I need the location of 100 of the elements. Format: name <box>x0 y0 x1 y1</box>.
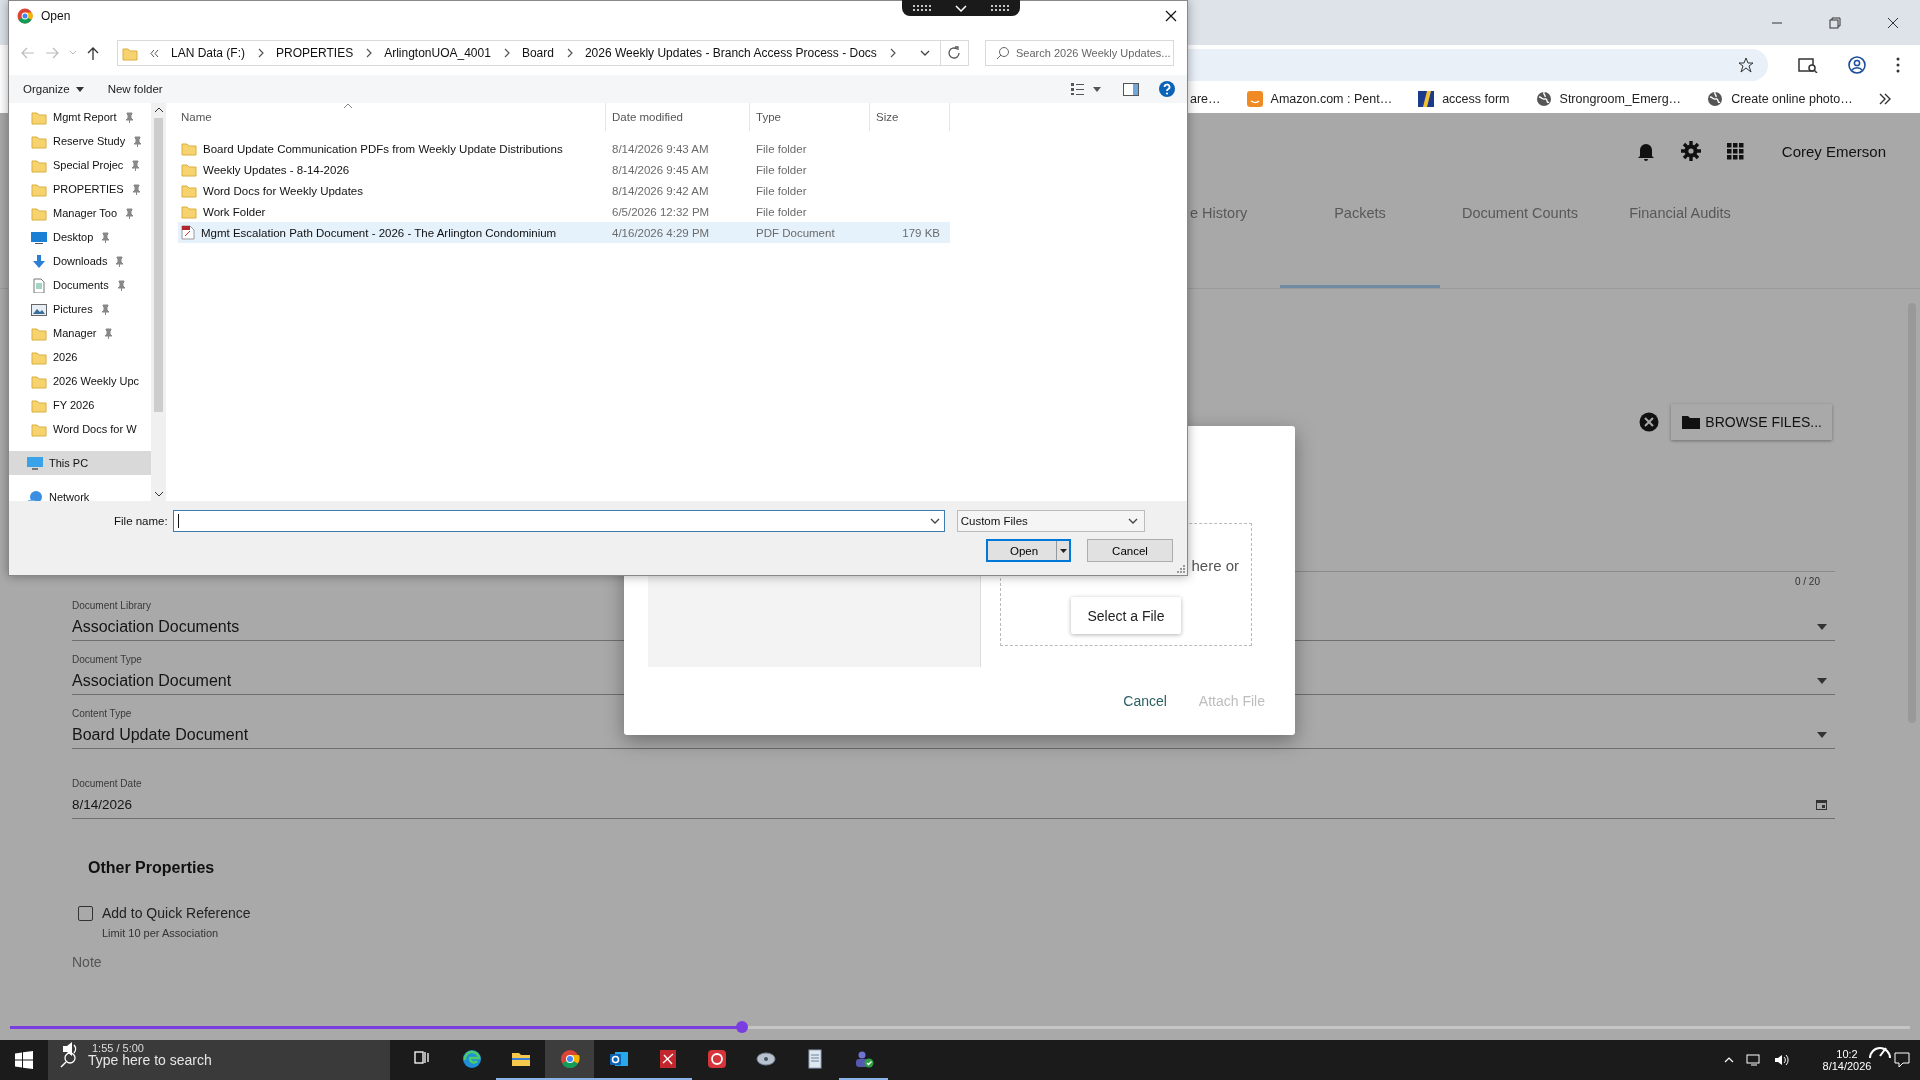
recorder-handle[interactable] <box>902 0 1020 16</box>
nav-item[interactable]: Mgmt Report <box>9 105 151 129</box>
scroll-up-icon[interactable] <box>154 107 163 112</box>
nav-item[interactable]: This PC <box>9 451 151 475</box>
file-row[interactable]: Work Folder 6/5/2026 12:32 PM File folder <box>178 201 1187 222</box>
column-header[interactable]: Date modified <box>606 103 750 131</box>
field-label: Content Type <box>72 707 133 721</box>
help-icon[interactable] <box>1159 81 1175 97</box>
nav-item[interactable]: Manager Too <box>9 201 151 225</box>
breadcrumb-item[interactable]: LAN Data (F:) <box>171 46 245 60</box>
bookmark-link[interactable]: Create online photo… <box>1731 92 1853 106</box>
folder-icon <box>31 205 47 221</box>
flag-logo-icon[interactable] <box>1418 91 1435 107</box>
breadcrumb-item[interactable]: Board <box>521 46 554 60</box>
search-box[interactable]: Search 2026 Weekly Updates... <box>985 40 1174 66</box>
file-type-dropdown[interactable]: Custom Files <box>956 510 1145 532</box>
close-icon[interactable] <box>1886 15 1900 30</box>
bookmark-link[interactable]: access form <box>1442 92 1510 106</box>
column-header[interactable]: Type <box>750 103 870 131</box>
nav-item[interactable]: Desktop <box>9 225 151 249</box>
nav-item[interactable]: Downloads <box>9 249 151 273</box>
up-arrow-icon[interactable] <box>87 46 99 60</box>
clock-date[interactable]: 8/14/2026 <box>1822 1060 1872 1072</box>
more-bookmarks-icon[interactable] <box>1878 93 1891 105</box>
nav-item[interactable]: Reserve Study <box>9 129 151 153</box>
preview-pane-icon[interactable] <box>1123 82 1139 96</box>
date-field[interactable]: 8/14/2026 <box>72 791 1835 819</box>
bookmark-link[interactable]: are… <box>1190 92 1221 106</box>
file-name-field[interactable] <box>172 510 945 532</box>
overflow-chevron-icon <box>150 48 159 58</box>
new-folder-button[interactable]: New folder <box>105 81 165 97</box>
bookmark-link[interactable]: Strongroom_Emerg… <box>1559 92 1682 106</box>
cancel-button[interactable]: Cancel <box>1087 539 1173 562</box>
speaker-icon[interactable] <box>62 1041 78 1057</box>
nav-item[interactable]: Special Projec <box>9 153 151 177</box>
file-row[interactable]: Board Update Communication PDFs from Weekly Update Distributions 8/14/2026 9:43 AM File folder <box>178 138 1187 159</box>
nav-item[interactable]: FY 2026 <box>9 393 151 417</box>
column-header[interactable]: Size <box>870 103 950 131</box>
nav-item[interactable]: 2026 <box>9 345 151 369</box>
window-title: Open <box>41 9 71 23</box>
refresh-button[interactable] <box>940 40 969 66</box>
checkbox[interactable] <box>78 905 93 921</box>
tray-caret-icon[interactable] <box>1724 1057 1734 1063</box>
breadcrumb-item[interactable]: ArlingtonUOA_4001 <box>384 46 491 60</box>
pdf-app-icon <box>657 1049 678 1069</box>
volume-icon[interactable] <box>1774 1053 1790 1067</box>
nav-item[interactable]: Documents <box>9 273 151 297</box>
clock-time[interactable]: 10:2 <box>1836 1048 1858 1060</box>
close-icon[interactable] <box>1165 10 1177 22</box>
globe-icon[interactable] <box>1707 91 1724 107</box>
scroll-down-icon[interactable] <box>154 492 163 497</box>
restore-icon[interactable] <box>1828 15 1842 30</box>
field-label: Note <box>72 953 103 971</box>
field-label: Document Library <box>72 599 152 613</box>
search-tab-icon[interactable] <box>1798 57 1818 73</box>
address-field[interactable]: LAN Data (F:) PROPERTIES ArlingtonUOA_4001 Board 2026 Weekly Updates - Branch Access Process - Docs <box>117 40 941 66</box>
select-file-button[interactable]: Select a File <box>1071 597 1181 634</box>
scrollbar[interactable] <box>151 103 166 501</box>
chevron-down-icon <box>955 4 967 12</box>
video-progress-bar[interactable] <box>10 1021 1910 1034</box>
dropdown-caret-icon[interactable] <box>919 48 930 58</box>
user-name[interactable]: Corey Emerson <box>1781 142 1886 160</box>
profile-icon[interactable] <box>1848 56 1866 74</box>
grip-dots-icon <box>990 4 1010 12</box>
column-header[interactable]: Name <box>178 103 606 131</box>
file-row[interactable]: Word Docs for Weekly Updates 8/14/2026 9:42 AM File folder <box>178 180 1187 201</box>
menu-icon[interactable] <box>1896 57 1900 73</box>
field-label: File name: <box>114 515 168 527</box>
network-tray-icon[interactable] <box>1746 1053 1762 1067</box>
people-app-icon <box>853 1049 874 1069</box>
nav-item[interactable]: Pictures <box>9 297 151 321</box>
breadcrumb-item[interactable]: PROPERTIES <box>276 46 354 60</box>
breadcrumb-item[interactable]: 2026 Weekly Updates - Branch Access Process - Docs <box>584 46 877 60</box>
open-button[interactable]: Open <box>986 539 1071 562</box>
star-icon[interactable] <box>1738 57 1754 73</box>
nav-item[interactable]: Word Docs for W <box>9 417 151 441</box>
nav-item[interactable]: 2026 Weekly Upc <box>9 369 151 393</box>
nav-item[interactable]: PROPERTIES <box>9 177 151 201</box>
nav-item[interactable]: Network <box>9 485 151 501</box>
apps-grid-icon[interactable] <box>1726 142 1744 160</box>
bookmark-link[interactable]: Amazon.com : Pent… <box>1270 92 1393 106</box>
taskbar-app[interactable] <box>545 1040 594 1080</box>
view-options-icon[interactable] <box>1071 83 1103 95</box>
browse-files-button[interactable]: BROWSE FILES... <box>1671 404 1832 440</box>
grip-dots-icon <box>912 4 932 12</box>
search-input[interactable]: Search 2026 Weekly Updates... <box>1016 47 1173 59</box>
file-row[interactable]: Mgmt Escalation Path Document - 2026 - The Arlington Condominium 4/16/2026 4:29 PM PDF Document 179 KB <box>178 222 950 243</box>
search-bar[interactable]: Type here to search 1:55 / 5:00 <box>48 1040 390 1080</box>
organize-menu[interactable]: Organize <box>21 81 86 97</box>
file-row[interactable]: Weekly Updates - 8-14-2026 8/14/2026 9:45 AM File folder <box>178 159 1187 180</box>
computer-icon <box>27 455 43 471</box>
settings-icon[interactable] <box>1680 141 1701 161</box>
calendar-icon[interactable] <box>1816 799 1827 810</box>
bell-icon[interactable] <box>1636 141 1655 161</box>
date-cell-text: 6/5/2026 12:32 PM <box>611 205 711 218</box>
clear-icon[interactable] <box>1639 412 1660 432</box>
search-input[interactable]: Type here to search <box>86 1051 310 1069</box>
nav-item[interactable]: Manager <box>9 321 151 345</box>
globe-icon[interactable] <box>1535 91 1552 107</box>
notifications-icon[interactable] <box>1894 1052 1910 1068</box>
